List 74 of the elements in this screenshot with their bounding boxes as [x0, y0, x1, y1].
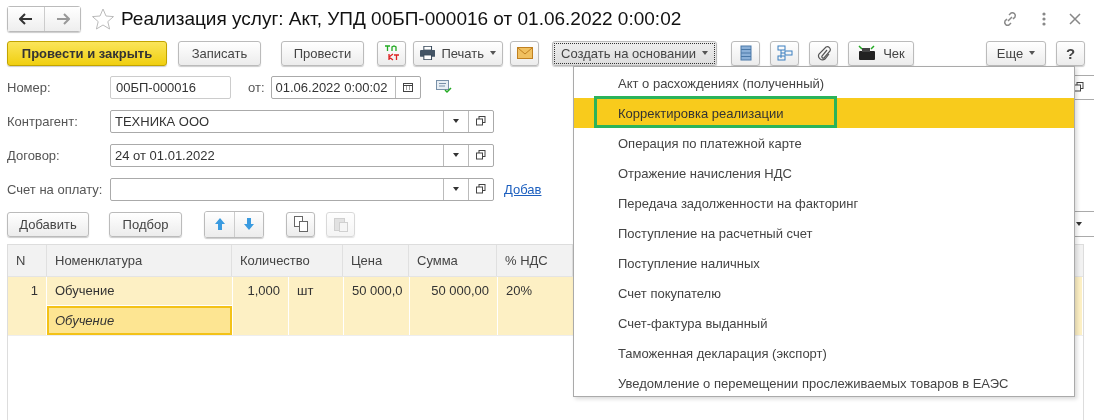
- link-icon[interactable]: [1001, 9, 1019, 28]
- print-button[interactable]: Печать: [413, 40, 503, 66]
- cash-register-icon: [857, 45, 878, 61]
- create-based-on-button[interactable]: Создать на основании: [552, 40, 717, 66]
- open-icon: [476, 184, 486, 194]
- clipboard-icon: [333, 216, 348, 232]
- column-header[interactable]: Цена: [343, 245, 409, 276]
- counterparty-label: Контрагент:: [7, 113, 79, 129]
- number-field[interactable]: 00БП-000016: [110, 75, 231, 99]
- invoice-label: Счет на оплату:: [7, 181, 104, 197]
- back-button[interactable]: [8, 6, 44, 31]
- envelope-icon: [516, 47, 533, 59]
- contract-label: Договор:: [7, 147, 61, 163]
- debit-credit-icon: [382, 44, 401, 62]
- copy-icon: [293, 216, 308, 232]
- journal-entries-button[interactable]: [377, 40, 406, 66]
- list-button[interactable]: [731, 40, 760, 66]
- star-icon[interactable]: [92, 7, 114, 30]
- copy-button[interactable]: [286, 211, 315, 237]
- add-button[interactable]: Добавить: [7, 211, 89, 237]
- up-arrow-icon: [213, 217, 226, 231]
- invoice-field[interactable]: [110, 177, 494, 201]
- move-up-button[interactable]: [205, 211, 234, 237]
- help-button[interactable]: ?: [1056, 40, 1085, 66]
- menu-item[interactable]: Корректировка реализации: [574, 98, 1074, 128]
- structure-button[interactable]: [770, 40, 799, 66]
- menu-item[interactable]: Счет покупателю: [574, 278, 1074, 308]
- date-label: от:: [248, 79, 265, 95]
- pick-button[interactable]: Подбор: [109, 211, 182, 237]
- column-header[interactable]: Количество: [232, 245, 343, 276]
- more-icon[interactable]: [1041, 10, 1047, 27]
- document-check-icon[interactable]: [435, 80, 452, 94]
- window-title: Реализация услуг: Акт, УПД 00БП-000016 от 01.06.2022 0:00:02: [121, 7, 682, 30]
- move-down-button[interactable]: [234, 211, 263, 237]
- down-arrow-icon: [243, 217, 255, 231]
- add-link[interactable]: Добав: [504, 181, 542, 197]
- left-arrow-icon: [19, 12, 33, 25]
- open-icon: [476, 150, 486, 160]
- column-header[interactable]: N: [8, 245, 47, 276]
- menu-item[interactable]: Передача задолженности на факторинг: [574, 188, 1074, 218]
- open-icon: [476, 116, 486, 126]
- menu-item[interactable]: Операция по платежной карте: [574, 128, 1074, 158]
- right-arrow-icon: [55, 12, 70, 25]
- content-cell[interactable]: Обучение: [47, 306, 232, 335]
- contract-field[interactable]: 24 от 01.01.2022: [110, 143, 494, 167]
- save-button[interactable]: Записать: [178, 40, 261, 66]
- calendar-icon: [402, 82, 413, 92]
- number-label: Номер:: [7, 79, 52, 95]
- paperclip-icon: [816, 45, 831, 61]
- counterparty-field[interactable]: ТЕХНИКА ООО: [110, 109, 494, 133]
- receipt-button[interactable]: Чек: [848, 40, 914, 66]
- post-and-close-button[interactable]: Провести и закрыть: [7, 40, 167, 66]
- menu-item[interactable]: Таможенная декларация (экспорт): [574, 338, 1074, 368]
- email-button[interactable]: [510, 40, 539, 66]
- menu-item[interactable]: Акт о расхождениях (полученный): [574, 68, 1074, 98]
- table-cell: шт: [289, 277, 344, 335]
- attach-button[interactable]: [809, 40, 838, 66]
- menu-item[interactable]: Отражение начисления НДС: [574, 158, 1074, 188]
- menu-item[interactable]: Поступление на расчетный счет: [574, 218, 1074, 248]
- table-cell: 1,000: [233, 277, 289, 335]
- printer-icon: [420, 46, 436, 60]
- menu-item[interactable]: Поступление наличных: [574, 248, 1074, 278]
- table-cell: 50 000,0: [344, 277, 410, 335]
- post-button[interactable]: Провести: [281, 40, 364, 66]
- table-cell: 50 000,00: [410, 277, 498, 335]
- column-header[interactable]: Номенклатура: [47, 245, 232, 276]
- menu-item[interactable]: Уведомление о перемещении прослеживаемых товаров в ЕАЭС: [574, 368, 1074, 398]
- date-field[interactable]: 01.06.2022 0:00:02: [270, 75, 421, 99]
- menu-item[interactable]: Счет-фактура выданный: [574, 308, 1074, 338]
- more-button[interactable]: Еще: [986, 40, 1046, 66]
- close-icon[interactable]: [1069, 12, 1081, 25]
- list-icon: [739, 45, 752, 61]
- column-header[interactable]: Сумма: [409, 245, 497, 276]
- hierarchy-icon: [776, 45, 793, 61]
